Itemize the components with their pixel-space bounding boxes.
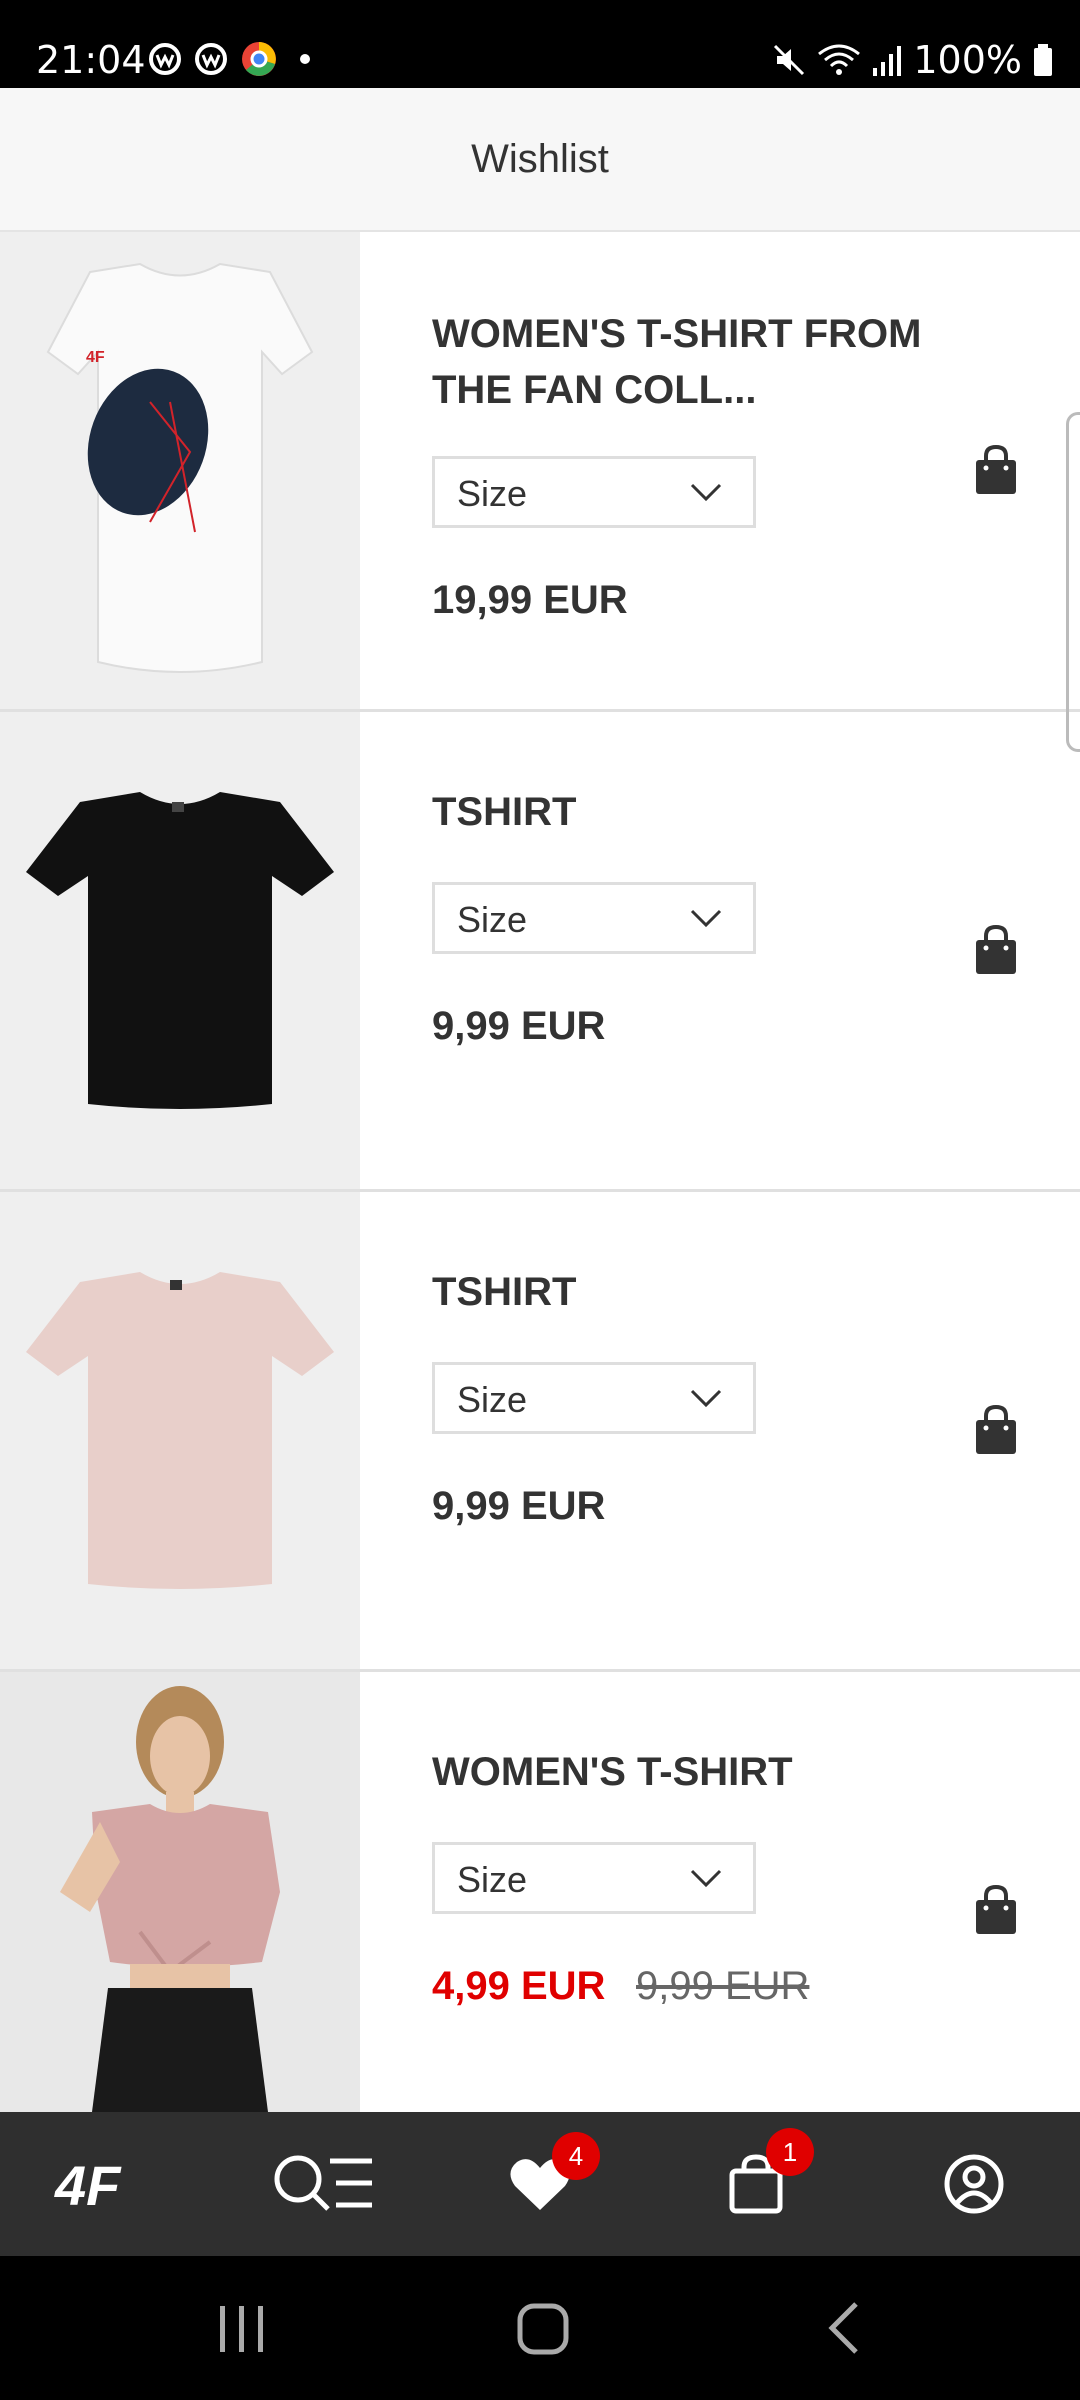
chevron-down-icon	[690, 1389, 722, 1408]
model-photo	[0, 1672, 360, 2112]
size-select[interactable]: Size	[432, 882, 756, 954]
add-to-bag-icon[interactable]	[974, 444, 1018, 496]
tshirt-image: 4F	[46, 262, 314, 673]
wishlist-list[interactable]: 4F WOMEN'S T-SHIRT FROM THE FAN COLL... …	[0, 232, 1080, 2112]
page-title: Wishlist	[471, 136, 609, 181]
wishlist-badge: 4	[552, 2132, 600, 2180]
product-name[interactable]: WOMEN'S T-SHIRT	[432, 1744, 952, 1800]
product-image[interactable]	[0, 712, 360, 1189]
add-to-bag-icon[interactable]	[974, 1404, 1018, 1456]
sale-price: 4,99 EUR	[432, 1964, 606, 2008]
cart-badge: 1	[766, 2128, 814, 2176]
nav-cart[interactable]: 1	[676, 2112, 836, 2256]
system-nav-bar	[0, 2256, 1080, 2400]
battery-icon	[1034, 44, 1052, 76]
search-menu-icon	[274, 2155, 372, 2211]
chevron-down-icon	[690, 1869, 722, 1888]
home-icon[interactable]	[516, 2302, 570, 2356]
size-placeholder: Size	[457, 899, 528, 940]
tshirt-image	[26, 1272, 334, 1589]
product-image[interactable]	[0, 1192, 360, 1669]
wishlist-item[interactable]: 4F WOMEN'S T-SHIRT FROM THE FAN COLL... …	[0, 232, 1080, 712]
dot-icon	[300, 54, 310, 64]
size-select[interactable]: Size	[432, 1362, 756, 1434]
product-price: 19,99 EUR	[432, 578, 628, 622]
wifi-icon	[818, 44, 861, 75]
nav-wishlist[interactable]: 4	[460, 2112, 620, 2256]
size-placeholder: Size	[457, 473, 528, 514]
product-price: 9,99 EUR	[432, 1484, 606, 1528]
notification-icons	[148, 40, 320, 78]
account-icon	[944, 2154, 1004, 2214]
add-to-bag-icon[interactable]	[974, 1884, 1018, 1936]
chevron-down-icon	[690, 483, 722, 502]
signal-icon	[873, 46, 902, 76]
product-price: 9,99 EUR	[432, 1004, 606, 1048]
nav-account[interactable]	[894, 2112, 1054, 2256]
nav-search[interactable]	[244, 2112, 404, 2256]
system-icons: 100%	[771, 38, 1054, 82]
app-header: Wishlist	[0, 88, 1080, 232]
size-placeholder: Size	[457, 1859, 528, 1900]
tshirt-image	[26, 792, 334, 1109]
size-select[interactable]: Size	[432, 456, 756, 528]
product-image[interactable]: 4F	[0, 232, 360, 709]
size-select[interactable]: Size	[432, 1842, 756, 1914]
svg-text:4F: 4F	[54, 2157, 122, 2211]
back-icon[interactable]	[826, 2300, 862, 2356]
wishlist-item[interactable]: TSHIRT Size 9,99 EUR	[0, 712, 1080, 1192]
nav-home[interactable]: 4F	[26, 2112, 186, 2256]
status-bar: 21:04 100%	[0, 0, 1080, 88]
battery-level: 100%	[913, 38, 1022, 82]
recent-apps-icon[interactable]	[216, 2304, 268, 2354]
wishlist-item[interactable]: TSHIRT Size 9,99 EUR	[0, 1192, 1080, 1672]
product-image[interactable]	[0, 1672, 360, 2112]
wishlist-item[interactable]: WOMEN'S T-SHIRT Size 4,99 EUR 9,99 EUR	[0, 1672, 1080, 2112]
original-price: 9,99 EUR	[636, 1964, 810, 2008]
chevron-down-icon	[690, 909, 722, 928]
chrome-icon	[242, 42, 276, 76]
scrollbar[interactable]	[1066, 412, 1080, 752]
svg-text:4F: 4F	[86, 349, 105, 366]
product-name[interactable]: WOMEN'S T-SHIRT FROM THE FAN COLL...	[432, 306, 952, 418]
brand-logo-icon: 4F	[54, 2157, 122, 2211]
bottom-nav: 4F 4 1	[0, 2112, 1080, 2256]
mute-icon	[774, 44, 805, 76]
size-placeholder: Size	[457, 1379, 528, 1420]
product-name[interactable]: TSHIRT	[432, 1264, 952, 1320]
notification-app-icon	[149, 43, 181, 75]
notification-app-icon	[195, 43, 227, 75]
product-name[interactable]: TSHIRT	[432, 784, 952, 840]
status-time: 21:04	[36, 38, 146, 82]
add-to-bag-icon[interactable]	[974, 924, 1018, 976]
